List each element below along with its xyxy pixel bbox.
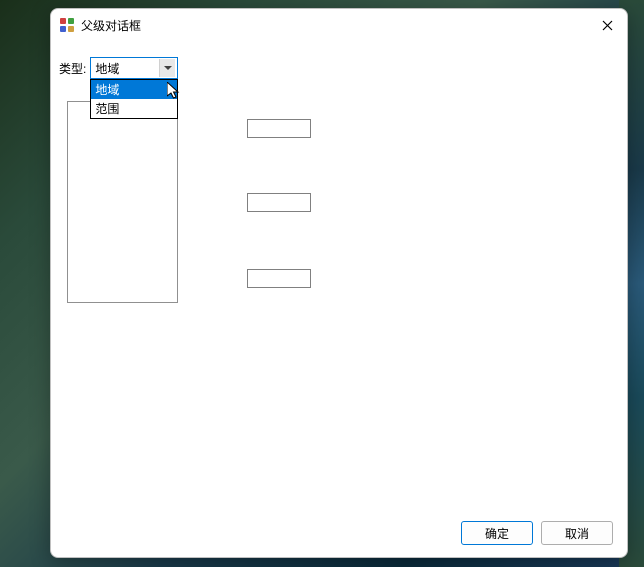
dialog-content: 类型: 地域 地域 范围 xyxy=(51,41,627,509)
input-field-1[interactable] xyxy=(247,119,311,138)
ok-button[interactable]: 确定 xyxy=(461,521,533,545)
input-field-2[interactable] xyxy=(247,193,311,212)
type-combobox[interactable]: 地域 地域 范围 xyxy=(90,57,178,79)
dropdown-option-1[interactable]: 范围 xyxy=(91,99,177,118)
close-icon xyxy=(602,20,613,31)
chevron-down-icon xyxy=(164,66,172,70)
dialog-title: 父级对话框 xyxy=(81,17,141,34)
combobox-selected-text: 地域 xyxy=(93,60,159,77)
cancel-button[interactable]: 取消 xyxy=(541,521,613,545)
combobox-dropdown-list: 地域 范围 xyxy=(90,79,178,119)
combobox-dropdown-button[interactable] xyxy=(159,59,175,77)
type-field-row: 类型: 地域 地域 范围 xyxy=(59,57,178,79)
type-label: 类型: xyxy=(59,60,86,77)
app-icon xyxy=(59,17,75,33)
titlebar[interactable]: 父级对话框 xyxy=(51,9,627,41)
dropdown-option-0[interactable]: 地域 xyxy=(91,80,177,99)
input-field-3[interactable] xyxy=(247,269,311,288)
items-listbox[interactable] xyxy=(67,101,178,303)
parent-dialog: 父级对话框 类型: 地域 地域 范围 xyxy=(50,8,628,558)
dialog-footer: 确定 取消 xyxy=(461,521,613,545)
close-button[interactable] xyxy=(599,17,615,33)
